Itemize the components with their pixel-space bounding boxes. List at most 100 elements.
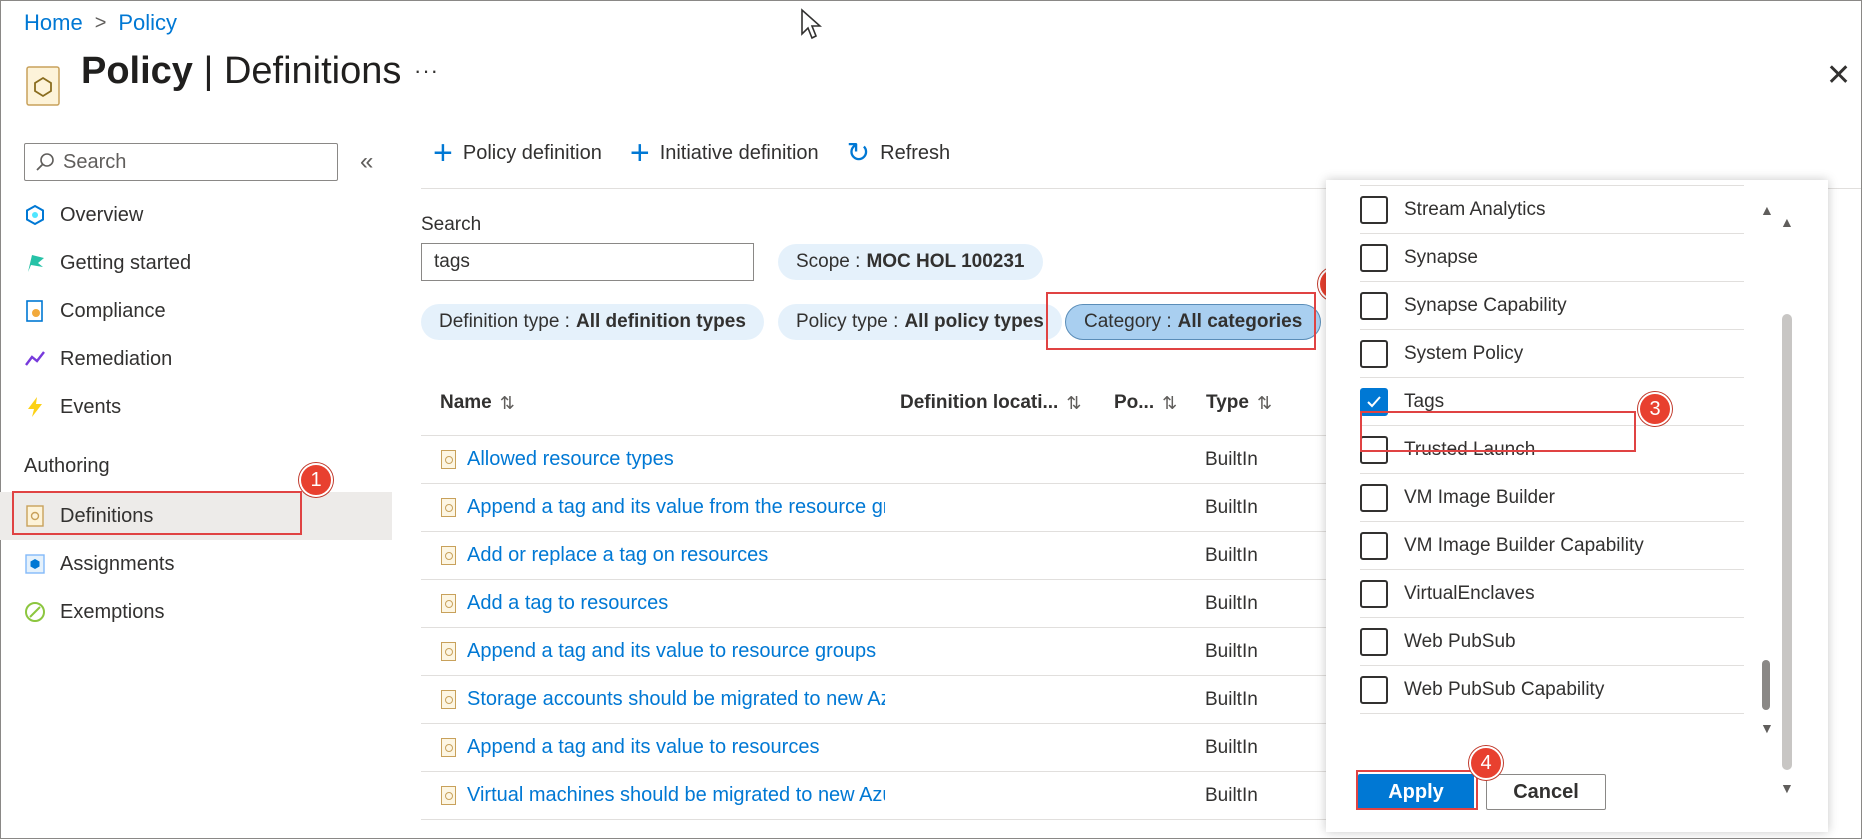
toolbar-label: Policy definition bbox=[462, 141, 602, 164]
checkbox[interactable] bbox=[1360, 579, 1388, 608]
sort-icon: ⇅ bbox=[1162, 392, 1178, 413]
definition-search-input[interactable]: tags bbox=[421, 243, 754, 281]
inner-scroll-up-icon[interactable]: ▲ bbox=[1760, 202, 1774, 218]
definition-name-link[interactable]: Append a tag and its value to resources bbox=[467, 736, 885, 759]
sidebar-item-label: Compliance bbox=[60, 299, 166, 322]
remediation-icon bbox=[24, 348, 46, 370]
inner-scroll-down-icon[interactable]: ▼ bbox=[1760, 720, 1774, 736]
events-icon bbox=[24, 396, 46, 418]
sidebar-item-label: Assignments bbox=[60, 552, 175, 575]
column-header-name[interactable]: Name ⇅ bbox=[440, 392, 515, 414]
panel-scroll-down-icon[interactable]: ▼ bbox=[1780, 780, 1794, 796]
definition-name-link[interactable]: Storage accounts should be migrated to n… bbox=[467, 688, 885, 711]
definition-type: BuiltIn bbox=[1205, 736, 1258, 758]
collapse-sidebar-icon[interactable]: « bbox=[360, 148, 373, 176]
definition-name-link[interactable]: Add a tag to resources bbox=[467, 592, 885, 615]
inner-scrollbar-thumb[interactable] bbox=[1762, 660, 1770, 710]
checkbox[interactable] bbox=[1360, 243, 1388, 272]
toolbar-label: Refresh bbox=[880, 141, 951, 164]
sidebar-item-overview[interactable]: Overview bbox=[24, 195, 143, 235]
option-label: VM Image Builder Capability bbox=[1404, 534, 1644, 556]
toolbar-label: Initiative definition bbox=[659, 141, 819, 164]
breadcrumb-home[interactable]: Home bbox=[24, 10, 83, 36]
option-label: Synapse Capability bbox=[1404, 294, 1567, 316]
overview-icon bbox=[24, 204, 46, 226]
definition-name-link[interactable]: Append a tag and its value from the reso… bbox=[467, 496, 885, 519]
checkbox[interactable] bbox=[1360, 675, 1388, 704]
cancel-button[interactable]: Cancel bbox=[1486, 774, 1606, 810]
checkbox[interactable] bbox=[1360, 195, 1388, 224]
table-row[interactable]: Virtual machines should be migrated to n… bbox=[421, 772, 1326, 820]
table-row[interactable]: Append a tag and its value to resources … bbox=[421, 724, 1326, 772]
sidebar-section-authoring: Authoring bbox=[24, 455, 110, 477]
highlight-box-definitions bbox=[12, 491, 302, 535]
definition-type: BuiltIn bbox=[1205, 544, 1258, 566]
refresh-button[interactable]: ↻ Refresh bbox=[847, 139, 951, 167]
pill-value: All definition types bbox=[575, 311, 746, 332]
sidebar-search-input[interactable]: Search bbox=[24, 143, 338, 181]
category-option-system-policy[interactable]: System Policy bbox=[1360, 330, 1744, 378]
checkbox[interactable] bbox=[1360, 627, 1388, 656]
assignment-icon bbox=[24, 553, 46, 575]
definition-type: BuiltIn bbox=[1205, 592, 1258, 614]
definition-name-link[interactable]: Virtual machines should be migrated to n… bbox=[467, 784, 885, 807]
checkbox[interactable] bbox=[1360, 291, 1388, 320]
table-row[interactable]: Storage accounts should be migrated to n… bbox=[421, 676, 1326, 724]
column-header-policies[interactable]: Po... ⇅ bbox=[1114, 392, 1177, 414]
sidebar-item-label: Remediation bbox=[60, 347, 173, 370]
breadcrumb-policy[interactable]: Policy bbox=[118, 10, 177, 36]
checkbox[interactable] bbox=[1360, 483, 1388, 512]
sidebar-item-assignments[interactable]: Assignments bbox=[24, 544, 175, 584]
checkbox[interactable] bbox=[1360, 531, 1388, 560]
option-label: Web PubSub bbox=[1404, 630, 1516, 652]
definition-name-link[interactable]: Append a tag and its value to resource g… bbox=[467, 640, 885, 663]
option-label: VirtualEnclaves bbox=[1404, 582, 1535, 604]
sidebar-item-label: Getting started bbox=[60, 251, 192, 274]
definition-type-filter-pill[interactable]: Definition type : All definition types bbox=[421, 304, 764, 340]
panel-scrollbar[interactable] bbox=[1782, 314, 1792, 770]
new-policy-definition-button[interactable]: + Policy definition bbox=[433, 136, 602, 170]
definition-type: BuiltIn bbox=[1205, 640, 1258, 662]
definition-type: BuiltIn bbox=[1205, 688, 1258, 710]
more-options-button[interactable]: ··· bbox=[414, 58, 439, 84]
sidebar-item-remediation[interactable]: Remediation bbox=[24, 339, 172, 379]
category-option-synapse[interactable]: Synapse bbox=[1360, 234, 1744, 282]
category-option-vm-image-builder[interactable]: VM Image Builder bbox=[1360, 474, 1744, 522]
sort-icon: ⇅ bbox=[499, 392, 515, 413]
new-initiative-definition-button[interactable]: + Initiative definition bbox=[630, 136, 819, 170]
table-row[interactable]: Append a tag and its value from the reso… bbox=[421, 484, 1326, 532]
sidebar-item-getting-started[interactable]: Getting started bbox=[24, 243, 191, 283]
sidebar-item-events[interactable]: Events bbox=[24, 387, 121, 427]
pill-value: All policy types bbox=[904, 311, 1044, 332]
category-option-web-pubsub[interactable]: Web PubSub bbox=[1360, 618, 1744, 666]
category-option-virtualenclaves[interactable]: VirtualEnclaves bbox=[1360, 570, 1744, 618]
definition-name-link[interactable]: Allowed resource types bbox=[467, 448, 885, 471]
column-header-label: Po... bbox=[1114, 392, 1155, 413]
definition-icon bbox=[441, 738, 456, 757]
table-row[interactable]: Add a tag to resources BuiltIn bbox=[421, 580, 1326, 628]
category-option-synapse-capability[interactable]: Synapse Capability bbox=[1360, 282, 1744, 330]
column-header-type[interactable]: Type ⇅ bbox=[1206, 392, 1272, 414]
category-option-stream-analytics[interactable]: Stream Analytics bbox=[1360, 186, 1744, 234]
table-row[interactable]: Allowed resource types BuiltIn bbox=[421, 436, 1326, 484]
close-icon[interactable]: ✕ bbox=[1826, 58, 1851, 93]
sidebar-item-exemptions[interactable]: Exemptions bbox=[24, 592, 165, 632]
definition-name-link[interactable]: Add or replace a tag on resources bbox=[467, 544, 885, 567]
sidebar-item-compliance[interactable]: Compliance bbox=[24, 291, 166, 331]
definition-icon bbox=[441, 546, 456, 565]
table-row[interactable]: Append a tag and its value to resource g… bbox=[421, 628, 1326, 676]
definition-type: BuiltIn bbox=[1205, 496, 1258, 518]
option-label: System Policy bbox=[1404, 342, 1524, 364]
panel-scroll-up-icon[interactable]: ▲ bbox=[1780, 214, 1794, 230]
checkbox[interactable] bbox=[1360, 339, 1388, 368]
breadcrumb: Home > Policy bbox=[24, 10, 177, 36]
page-title-separator: | bbox=[192, 50, 224, 92]
scope-filter-pill[interactable]: Scope : MOC HOL 100231 bbox=[778, 244, 1043, 280]
category-option-web-pubsub-capability[interactable]: Web PubSub Capability bbox=[1360, 666, 1744, 714]
category-option-vm-image-builder-capability[interactable]: VM Image Builder Capability bbox=[1360, 522, 1744, 570]
page-title-rest: Definitions bbox=[223, 50, 402, 92]
table-row[interactable]: Add or replace a tag on resources BuiltI… bbox=[421, 532, 1326, 580]
list-item-partial bbox=[1360, 172, 1744, 186]
column-header-definition-location[interactable]: Definition locati... ⇅ bbox=[900, 392, 1081, 414]
policy-type-filter-pill[interactable]: Policy type : All policy types bbox=[778, 304, 1062, 340]
